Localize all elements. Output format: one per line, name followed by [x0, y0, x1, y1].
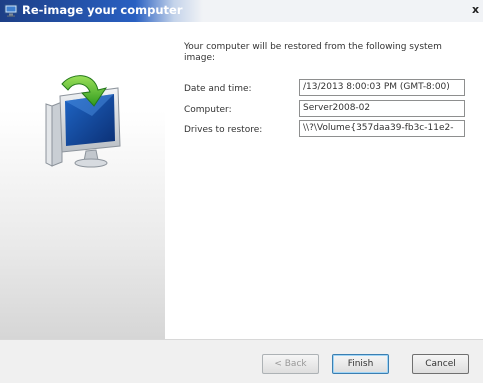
computer-label: Computer:: [184, 105, 232, 115]
drives-to-restore-label: Drives to restore:: [184, 125, 263, 135]
date-time-label: Date and time:: [184, 84, 252, 94]
cancel-button[interactable]: Cancel: [412, 354, 469, 374]
restore-computer-icon: [45, 75, 121, 168]
content-area: Your computer will be restored from the …: [165, 22, 483, 339]
finish-button[interactable]: Finish: [332, 354, 389, 374]
date-time-field[interactable]: /13/2013 8:00:03 PM (GMT-8:00): [299, 79, 465, 96]
title-app-icon: [4, 4, 18, 17]
back-button[interactable]: < Back: [262, 354, 319, 374]
computer-field[interactable]: Server2008-02: [299, 100, 465, 117]
close-icon[interactable]: x: [472, 2, 483, 18]
window-title: Re-image your computer: [22, 3, 183, 17]
side-panel: [0, 22, 165, 339]
title-bar[interactable]: Re-image your computer x: [0, 0, 483, 22]
button-bar: < Back Finish Cancel: [0, 339, 483, 383]
drives-to-restore-field[interactable]: \\?\Volume{357daa39-fb3c-11e2-: [299, 120, 465, 137]
intro-text: Your computer will be restored from the …: [184, 42, 442, 63]
